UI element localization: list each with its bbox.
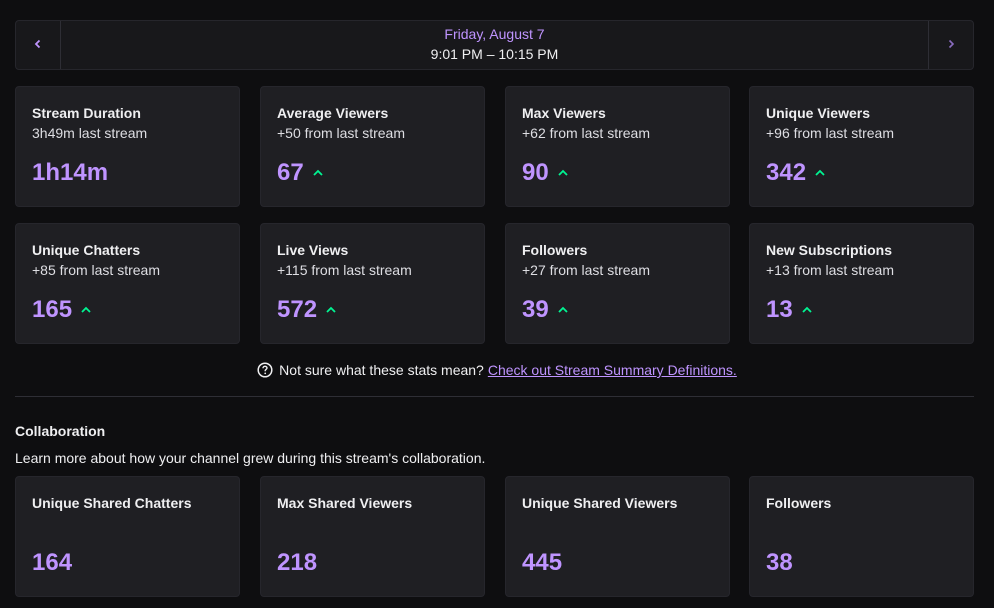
stat-title: Followers [766, 495, 832, 511]
stat-comparison: +62 from last stream [522, 125, 650, 141]
stat-value: 445 [522, 549, 563, 576]
chevron-right-icon [946, 36, 956, 54]
trend-up-icon [814, 167, 826, 179]
stat-comparison: +13 from last stream [766, 262, 894, 278]
stat-value: 90 [522, 159, 569, 187]
definitions-link[interactable]: Check out Stream Summary Definitions. [488, 362, 737, 378]
stat-comparison: +96 from last stream [766, 125, 894, 141]
stat-card-unique-shared-viewers: Unique Shared Viewers 445 [505, 476, 730, 597]
stream-time-range: 9:01 PM – 10:15 PM [430, 46, 559, 62]
stat-value: 38 [766, 549, 793, 576]
stat-title: Average Viewers [277, 105, 389, 121]
stat-card-stream-duration: Stream Duration 3h49m last stream 1h14m [15, 86, 240, 207]
stat-card-max-viewers: Max Viewers +62 from last stream 90 [505, 86, 730, 207]
stream-date-range: Friday, August 7 9:01 PM – 10:15 PM [60, 21, 929, 69]
stat-comparison: +115 from last stream [277, 262, 412, 278]
stat-card-max-shared-viewers: Max Shared Viewers 218 [260, 476, 485, 597]
stat-title: Stream Duration [32, 105, 141, 121]
trend-up-icon [557, 304, 569, 316]
stat-value: 67 [277, 159, 324, 187]
stat-comparison: +50 from last stream [277, 125, 405, 141]
date-navigator: Friday, August 7 9:01 PM – 10:15 PM [15, 20, 974, 70]
stat-card-live-views: Live Views +115 from last stream 572 [260, 223, 485, 344]
stat-value: 218 [277, 549, 318, 576]
section-divider [15, 396, 974, 397]
stat-comparison: 3h49m last stream [32, 125, 148, 141]
stat-value: 572 [277, 296, 337, 324]
stat-card-new-subscriptions: New Subscriptions +13 from last stream 1… [749, 223, 974, 344]
stat-value: 342 [766, 159, 826, 187]
stat-value: 39 [522, 296, 569, 324]
collaboration-description: Learn more about how your channel grew d… [15, 450, 486, 466]
stat-value: 1h14m [32, 159, 109, 186]
trend-up-icon [557, 167, 569, 179]
previous-stream-button[interactable] [16, 21, 61, 69]
stat-card-unique-viewers: Unique Viewers +96 from last stream 342 [749, 86, 974, 207]
next-stream-button[interactable] [928, 21, 973, 69]
stat-title: Followers [522, 242, 588, 258]
stat-comparison: +27 from last stream [522, 262, 650, 278]
stat-card-unique-shared-chatters: Unique Shared Chatters 164 [15, 476, 240, 597]
help-text: Not sure what these stats mean? [279, 362, 484, 378]
trend-up-icon [312, 167, 324, 179]
stat-card-unique-chatters: Unique Chatters +85 from last stream 165 [15, 223, 240, 344]
question-circle-icon [257, 362, 273, 378]
chevron-left-icon [33, 36, 43, 54]
stat-title: Unique Chatters [32, 242, 141, 258]
stat-title: Unique Viewers [766, 105, 871, 121]
stat-value: 13 [766, 296, 813, 324]
collaboration-heading: Collaboration [15, 423, 106, 439]
stat-title: New Subscriptions [766, 242, 893, 258]
stream-date: Friday, August 7 [444, 26, 545, 42]
trend-up-icon [801, 304, 813, 316]
stat-comparison: +85 from last stream [32, 262, 160, 278]
stat-value: 165 [32, 296, 92, 324]
stats-help-row: Not sure what these stats mean? Check ou… [0, 360, 994, 380]
stat-card-average-viewers: Average Viewers +50 from last stream 67 [260, 86, 485, 207]
stat-card-collab-followers: Followers 38 [749, 476, 974, 597]
stat-title: Max Shared Viewers [277, 495, 413, 511]
stat-value: 164 [32, 549, 73, 576]
stat-title: Unique Shared Viewers [522, 495, 678, 511]
stat-title: Live Views [277, 242, 349, 258]
trend-up-icon [80, 304, 92, 316]
stat-title: Max Viewers [522, 105, 606, 121]
stat-card-followers: Followers +27 from last stream 39 [505, 223, 730, 344]
stat-title: Unique Shared Chatters [32, 495, 192, 511]
trend-up-icon [325, 304, 337, 316]
